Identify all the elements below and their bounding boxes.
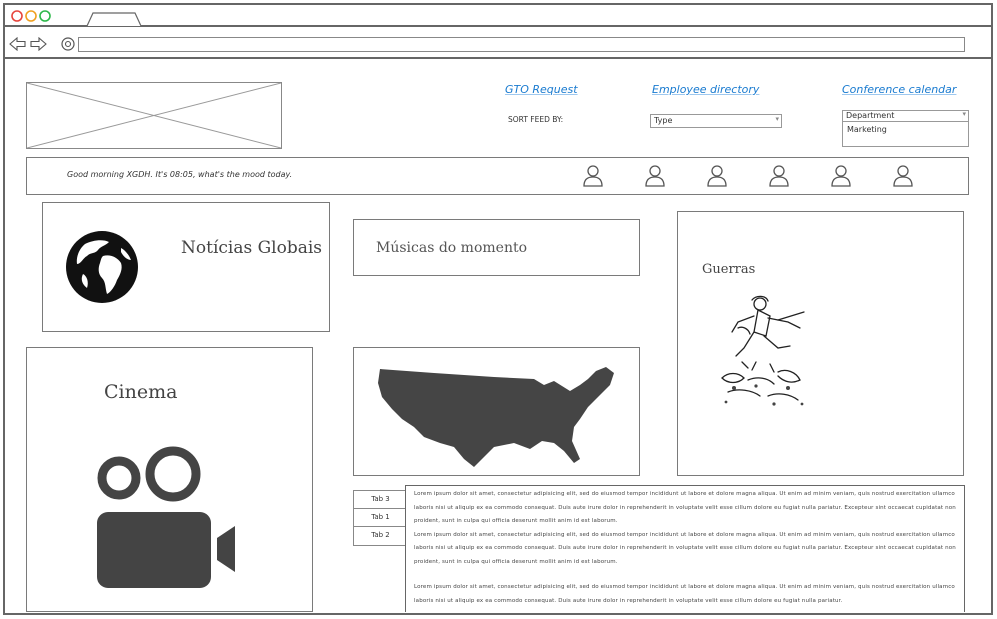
noticias-globais-card[interactable]: Notícias Globais <box>42 202 330 332</box>
department-select-value: Department <box>846 111 895 120</box>
type-select[interactable]: Type ▾ <box>650 114 782 128</box>
back-arrow-icon[interactable] <box>9 37 27 51</box>
user-icon[interactable] <box>706 164 728 192</box>
tab-tab-3[interactable]: Tab 3 <box>353 490 408 510</box>
close-window-dot <box>11 10 23 22</box>
lorem-paragraph: Lorem ipsum dolor sit amet, consectetur … <box>414 491 956 524</box>
browser-tab[interactable] <box>85 11 147 27</box>
user-icon[interactable] <box>830 164 852 192</box>
lorem-paragraph: Lorem ipsum dolor sit amet, consectetur … <box>414 584 955 604</box>
lorem-paragraph: Lorem ipsum dolor sit amet, consectetur … <box>414 531 956 565</box>
user-icon[interactable] <box>768 164 790 192</box>
greeting-bar: Good morning XGDH. It's 08:05, what's th… <box>26 157 969 195</box>
cinema-title: Cinema <box>104 381 178 403</box>
user-icon[interactable] <box>892 164 914 192</box>
guerras-card[interactable]: Guerras <box>677 211 964 476</box>
soldier-illustration-icon <box>708 292 818 412</box>
minimize-window-dot <box>25 10 37 22</box>
nav-toolbar <box>5 29 991 59</box>
user-icon[interactable] <box>582 164 604 192</box>
chevron-down-icon: ▾ <box>775 115 779 123</box>
noticias-globais-title: Notícias Globais <box>181 238 323 258</box>
gto-request-link[interactable]: GTO Request <box>505 83 578 96</box>
guerras-title: Guerras <box>702 262 756 277</box>
forward-arrow-icon[interactable] <box>29 37 47 51</box>
feed-text-panel: Lorem ipsum dolor sit amet, consectetur … <box>405 485 965 612</box>
user-icon[interactable] <box>644 164 666 192</box>
sort-feed-label: SORT FEED BY: <box>508 115 564 124</box>
logo-placeholder <box>26 82 282 149</box>
department-list-item[interactable]: Marketing <box>847 125 887 134</box>
tab-list: Tab 3 Tab 1 Tab 2 <box>353 490 408 550</box>
employee-directory-link[interactable]: Employee directory <box>652 83 759 96</box>
cinema-card[interactable]: Cinema <box>26 347 313 612</box>
at-sign-icon <box>60 36 76 52</box>
maximize-window-dot <box>39 10 51 22</box>
address-bar-input[interactable] <box>78 37 965 52</box>
type-select-value: Type <box>654 116 673 125</box>
chevron-down-icon: ▾ <box>962 110 966 118</box>
tab-tab-2[interactable]: Tab 2 <box>353 526 408 546</box>
usa-map-icon <box>374 363 624 469</box>
globe-icon <box>65 230 139 304</box>
greeting-text: Good morning XGDH. It's 08:05, what's th… <box>67 170 293 179</box>
musicas-card[interactable]: Músicas do momento <box>353 219 640 276</box>
title-bar <box>5 5 991 27</box>
musicas-title: Músicas do momento <box>376 240 528 256</box>
tab-tab-1[interactable]: Tab 1 <box>353 508 408 528</box>
usa-map-card[interactable] <box>353 347 640 476</box>
movie-camera-icon <box>95 446 241 596</box>
department-list[interactable]: Marketing <box>842 121 969 147</box>
conference-calendar-link[interactable]: Conference calendar <box>842 83 956 96</box>
